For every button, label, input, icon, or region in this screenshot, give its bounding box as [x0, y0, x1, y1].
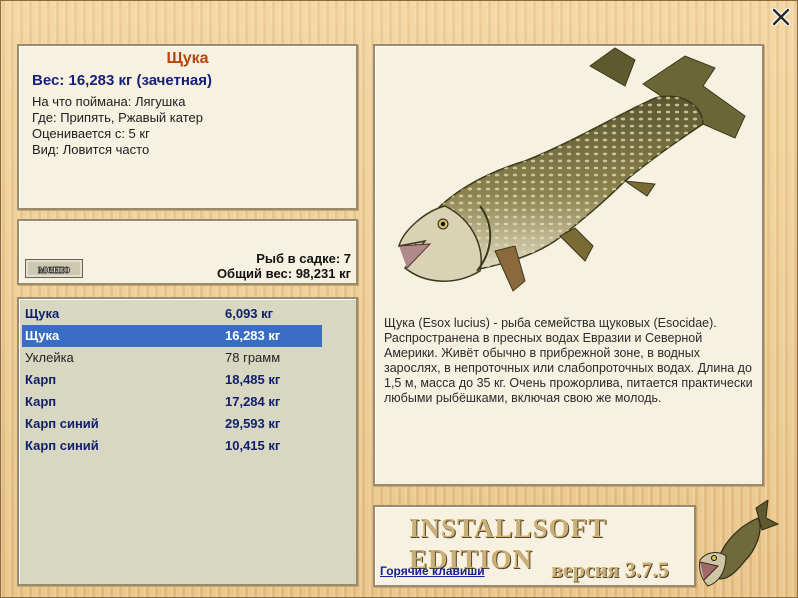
list-item[interactable]: Карп 18,485 кг — [22, 369, 322, 391]
cage-count: Рыб в садке: 7 — [256, 251, 351, 266]
brand-panel: INSTALLSOFT EDITION Горячие клавиши верс… — [373, 505, 696, 587]
location-line: Где: Припять, Ржавый катер — [32, 110, 203, 125]
list-item-selected[interactable]: Щука 16,283 кг — [22, 325, 322, 347]
pike-illustration-icon — [397, 47, 746, 292]
rating-line: Оценивается с: 5 кг — [32, 126, 150, 141]
fish-picture-panel: Щука (Esox lucius) - рыба семейства щуко… — [373, 44, 764, 486]
frequency-line: Вид: Ловится часто — [32, 142, 150, 157]
bait-line: На что поймана: Лягушка — [32, 94, 186, 109]
catch-info-panel: Щука Вес: 16,283 кг (зачетная) На что по… — [17, 44, 358, 210]
fish-description: Щука (Esox lucius) - рыба семейства щуко… — [384, 316, 753, 405]
fish-name-title: Щука — [166, 50, 209, 67]
fish-list-panel[interactable]: Щука 6,093 кг Щука 16,283 кг Уклейка 78 гра… — [17, 297, 358, 586]
menu-button-label: меню — [38, 261, 70, 276]
list-item[interactable]: Карп синий 29,593 кг — [22, 413, 322, 435]
catch-weight: Вес: 16,283 кг (зачетная) — [32, 72, 213, 89]
hotkeys-link[interactable]: Горячие клавиши — [380, 564, 485, 578]
cage-summary-panel: меню Рыб в садке: 7 Общий вес: 98,231 кг — [17, 219, 358, 285]
list-item[interactable]: Уклейка 78 грамм — [22, 347, 322, 369]
list-item[interactable]: Щука 6,093 кг — [22, 303, 322, 325]
menu-button[interactable]: меню — [25, 259, 83, 278]
close-icon — [771, 8, 791, 26]
list-item[interactable]: Карп синий 10,415 кг — [22, 435, 322, 457]
pike-logo-icon — [699, 500, 780, 587]
version-label: версия 3.7.5 — [551, 557, 669, 582]
list-item[interactable]: Карп 17,284 кг — [22, 391, 322, 413]
close-button[interactable] — [771, 8, 791, 26]
cage-total-weight: Общий вес: 98,231 кг — [216, 266, 351, 281]
